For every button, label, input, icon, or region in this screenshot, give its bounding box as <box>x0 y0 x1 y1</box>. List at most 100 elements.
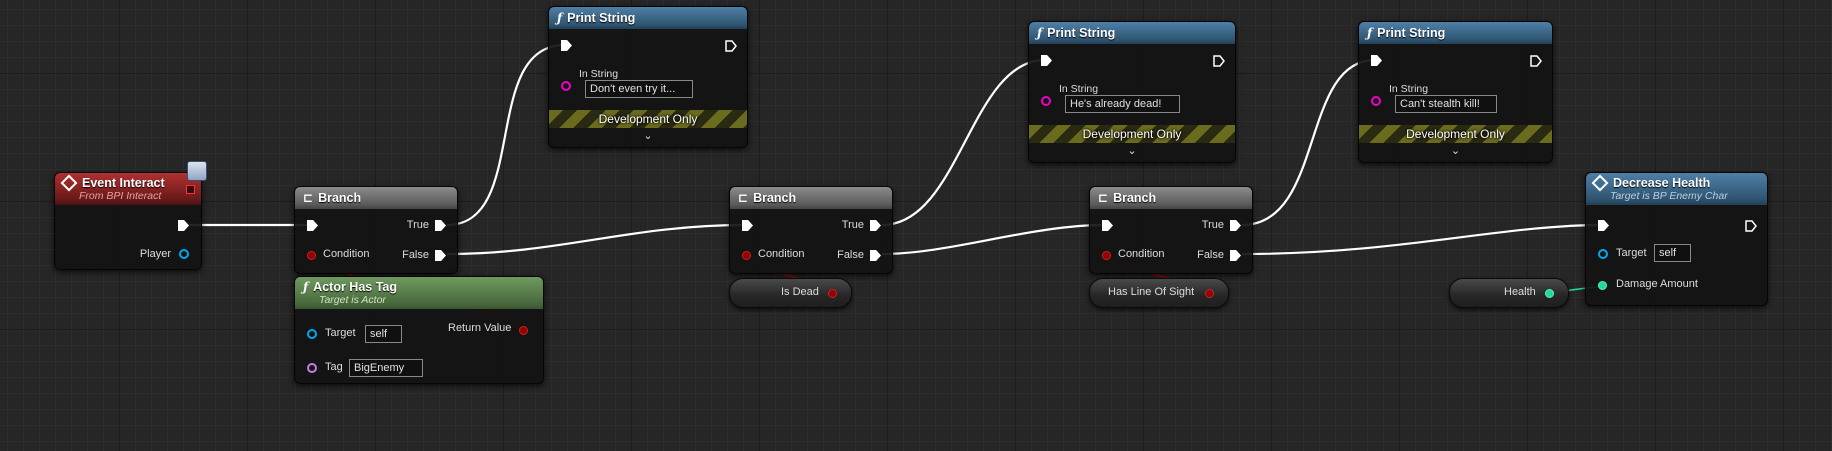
interface-badge-icon <box>187 161 207 181</box>
in-string-pin[interactable] <box>561 81 571 91</box>
chevron-down-icon[interactable]: ⌄ <box>1127 144 1136 157</box>
is-dead-pin[interactable] <box>828 289 837 298</box>
print-string-node-3[interactable]: ƒ Print String In String Can't stealth k… <box>1358 21 1553 163</box>
damage-amount-label: Damage Amount <box>1616 278 1698 290</box>
true-label: True <box>1201 219 1224 231</box>
is-dead-variable[interactable]: Is Dead <box>729 278 852 308</box>
event-interact-node[interactable]: Event Interact From BPI Interact Player <box>54 172 202 270</box>
false-exec-pin[interactable] <box>435 250 446 261</box>
branch-icon: ⊏ <box>738 191 749 205</box>
exec-out-pin[interactable] <box>1530 55 1542 67</box>
branch-node-3[interactable]: ⊏ Branch True Condition False <box>1089 186 1253 274</box>
exec-in-pin[interactable] <box>742 220 753 231</box>
actor-has-tag-node[interactable]: ƒ Actor Has Tag Target is Actor Target s… <box>294 276 544 384</box>
in-string-pin[interactable] <box>1041 96 1051 106</box>
branch-node-2[interactable]: ⊏ Branch True Condition False <box>729 186 893 274</box>
decrease-health-node[interactable]: Decrease Health Target is BP Enemy Char … <box>1585 172 1768 306</box>
print-string-node-1[interactable]: ƒ Print String In String Don't even try … <box>548 6 748 148</box>
print-string-header[interactable]: ƒ Print String <box>549 7 747 29</box>
chevron-down-icon[interactable]: ⌄ <box>643 129 652 142</box>
false-label: False <box>402 249 429 261</box>
actor-has-tag-header[interactable]: ƒ Actor Has Tag Target is Actor <box>295 277 543 309</box>
print-string-header[interactable]: ƒ Print String <box>1029 22 1235 44</box>
function-icon: ƒ <box>303 280 309 294</box>
condition-label: Condition <box>1118 248 1165 260</box>
in-string-pin[interactable] <box>1371 96 1381 106</box>
health-variable[interactable]: Health <box>1449 278 1569 308</box>
false-exec-pin[interactable] <box>870 250 881 261</box>
true-exec-pin[interactable] <box>435 220 446 231</box>
development-only-label: Development Only <box>598 112 698 126</box>
in-string-field[interactable]: Don't even try it... <box>585 80 693 98</box>
exec-out-pin[interactable] <box>1745 220 1757 232</box>
decrease-health-header[interactable]: Decrease Health Target is BP Enemy Char <box>1586 173 1767 205</box>
return-value-pin[interactable] <box>519 326 528 335</box>
print-string-node-2[interactable]: ƒ Print String In String He's already de… <box>1028 21 1236 163</box>
false-label: False <box>1197 249 1224 261</box>
true-exec-pin[interactable] <box>1230 220 1241 231</box>
development-only-banner: Development Only <box>549 110 747 128</box>
true-exec-pin[interactable] <box>870 220 881 231</box>
node-title: Event Interact <box>82 176 165 190</box>
branch-header[interactable]: ⊏ Branch <box>1090 187 1252 209</box>
exec-in-pin[interactable] <box>1598 220 1609 231</box>
node-title: Branch <box>753 191 797 205</box>
has-line-of-sight-variable[interactable]: Has Line Of Sight <box>1089 278 1229 308</box>
variable-label: Has Line Of Sight <box>1108 286 1195 298</box>
exec-wire <box>881 58 1046 227</box>
in-string-field[interactable]: Can't stealth kill! <box>1395 95 1497 113</box>
exec-out-pin[interactable] <box>725 40 737 52</box>
false-exec-pin[interactable] <box>1230 250 1241 261</box>
player-label: Player <box>139 248 171 260</box>
condition-pin[interactable] <box>742 251 751 260</box>
condition-label: Condition <box>758 248 805 260</box>
node-title: Print String <box>567 11 636 25</box>
interface-message-icon <box>1591 174 1609 192</box>
exec-in-pin[interactable] <box>1371 55 1382 66</box>
exec-in-pin[interactable] <box>561 40 572 51</box>
condition-pin[interactable] <box>1102 251 1111 260</box>
branch-icon: ⊏ <box>1098 191 1109 205</box>
exec-in-pin[interactable] <box>307 220 318 231</box>
target-field[interactable]: self <box>365 325 402 343</box>
function-icon: ƒ <box>1037 26 1043 40</box>
node-title: Actor Has Tag <box>313 280 397 294</box>
target-pin[interactable] <box>1598 249 1608 259</box>
node-subtitle: Target is Actor <box>319 294 386 306</box>
branch-header[interactable]: ⊏ Branch <box>295 187 457 209</box>
development-only-banner: Development Only <box>1029 125 1235 143</box>
print-string-header[interactable]: ƒ Print String <box>1359 22 1552 44</box>
exec-in-pin[interactable] <box>1102 220 1113 231</box>
in-string-label: In String <box>1059 83 1099 95</box>
variable-label: Is Dead <box>781 286 819 298</box>
condition-pin[interactable] <box>307 251 316 260</box>
branch-node-1[interactable]: ⊏ Branch True Condition False <box>294 186 458 274</box>
tag-pin[interactable] <box>307 363 317 373</box>
node-title: Branch <box>1113 191 1157 205</box>
tag-field[interactable]: BigEnemy <box>349 359 423 377</box>
development-only-label: Development Only <box>1082 127 1182 141</box>
damage-amount-pin[interactable] <box>1598 281 1607 290</box>
health-pin[interactable] <box>1545 289 1554 298</box>
exec-in-pin[interactable] <box>1041 55 1052 66</box>
branch-header[interactable]: ⊏ Branch <box>730 187 892 209</box>
true-label: True <box>406 219 429 231</box>
exec-out-pin[interactable] <box>1213 55 1225 67</box>
delegate-pin[interactable] <box>186 185 195 194</box>
chevron-down-icon[interactable]: ⌄ <box>1451 144 1460 157</box>
target-pin[interactable] <box>307 329 317 339</box>
node-title: Print String <box>1047 26 1116 40</box>
false-label: False <box>837 249 864 261</box>
branch-icon: ⊏ <box>303 191 314 205</box>
player-pin[interactable] <box>179 249 189 259</box>
exec-wire <box>1241 58 1376 227</box>
in-string-field[interactable]: He's already dead! <box>1065 95 1180 113</box>
return-value-label: Return Value <box>448 322 512 334</box>
node-title: Print String <box>1377 26 1446 40</box>
in-string-label: In String <box>579 68 619 80</box>
target-field[interactable]: self <box>1654 244 1691 262</box>
exec-out-pin[interactable] <box>178 220 189 231</box>
has-line-of-sight-pin[interactable] <box>1205 289 1214 298</box>
event-interact-header[interactable]: Event Interact From BPI Interact <box>55 173 201 205</box>
exec-wire <box>1241 223 1604 256</box>
